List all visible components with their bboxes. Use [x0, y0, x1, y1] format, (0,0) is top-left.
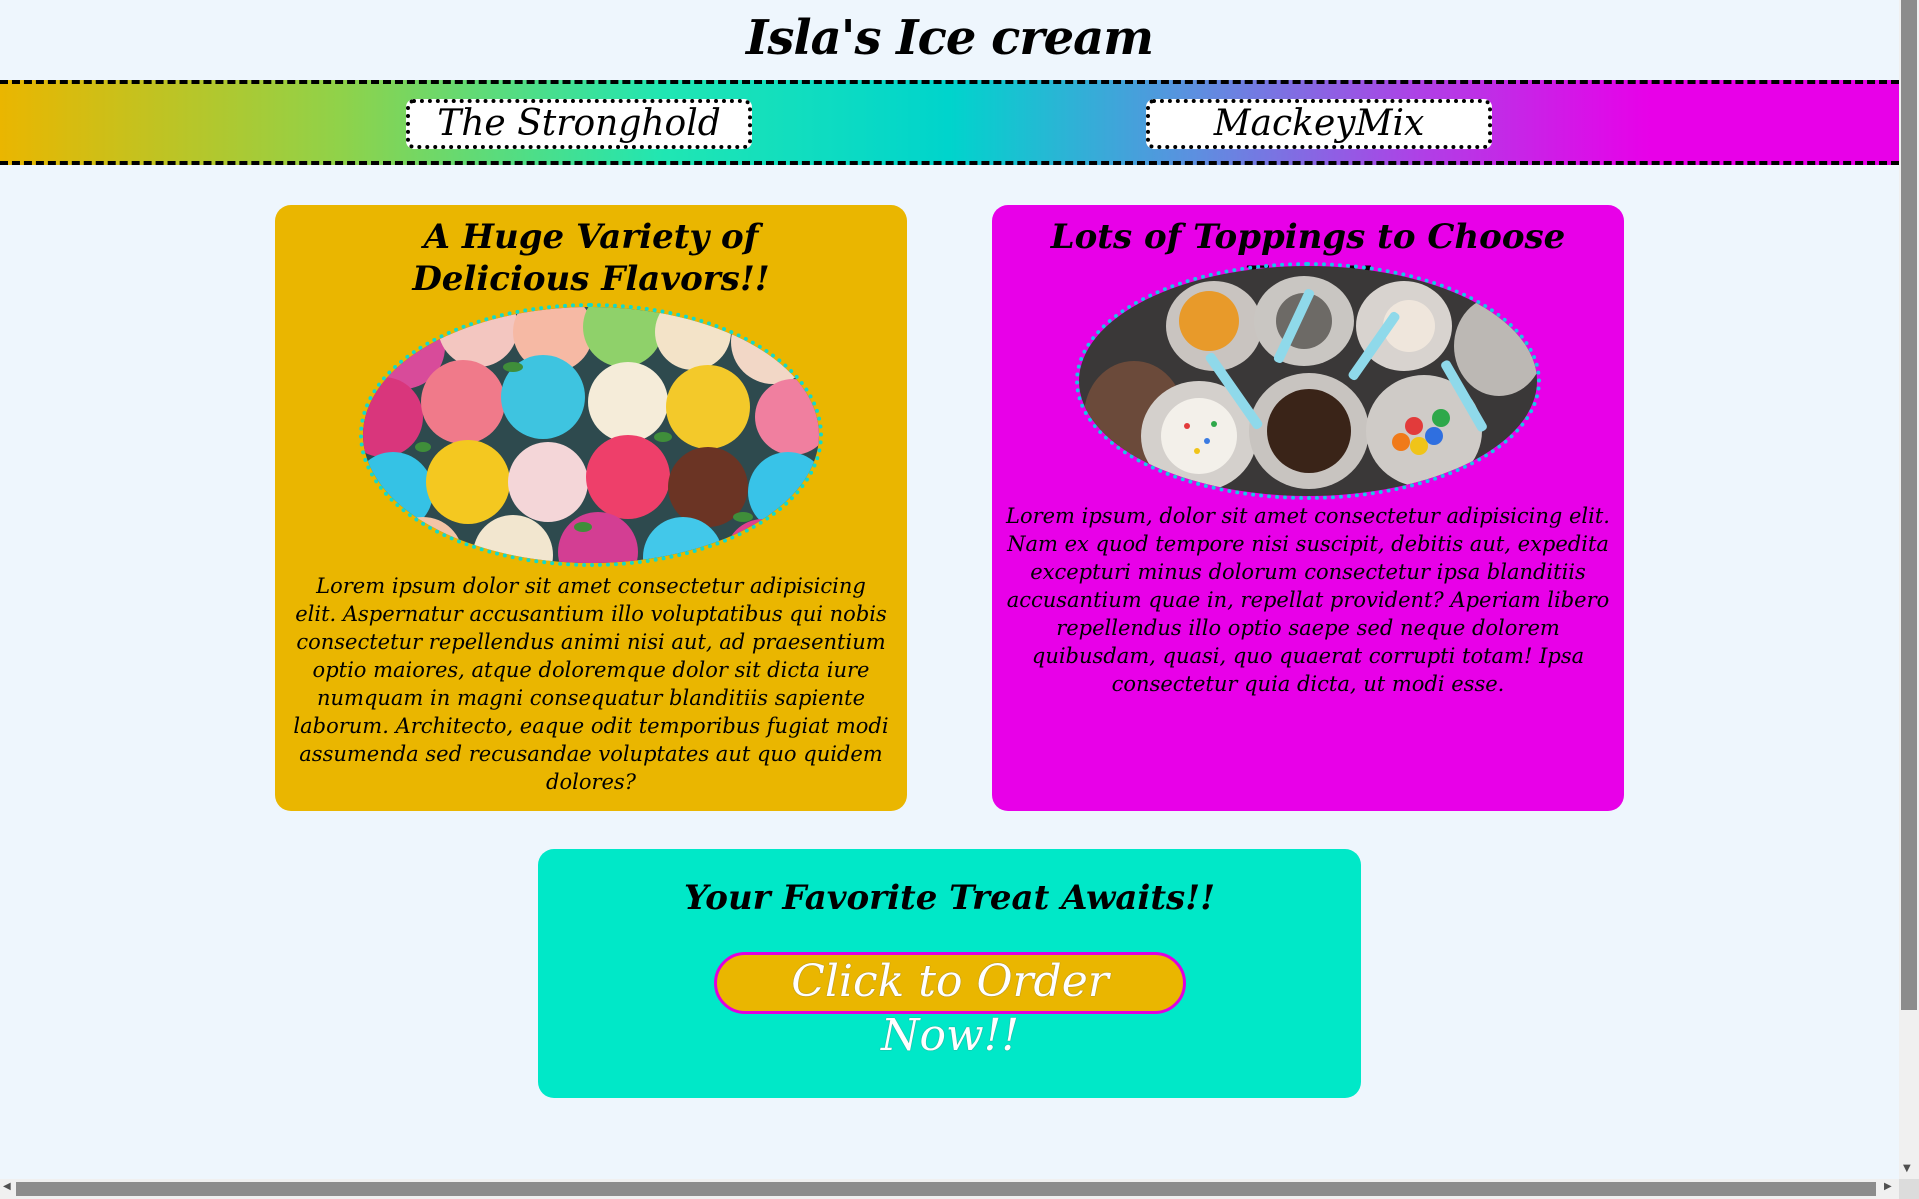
scroll-right-arrow-icon[interactable]: ▶	[1884, 1181, 1892, 1192]
order-heading: Your Favorite Treat Awaits!!	[683, 878, 1216, 918]
nav-link-the-stronghold[interactable]: The Stronghold	[406, 99, 752, 149]
horizontal-scrollbar[interactable]: ◀ ▶	[0, 1179, 1899, 1199]
scrollbar-corner	[1899, 1179, 1919, 1199]
scroll-down-arrow-icon[interactable]: ▼	[1903, 1163, 1911, 1174]
scroll-left-arrow-icon[interactable]: ◀	[3, 1181, 11, 1192]
flavors-description: Lorem ipsum dolor sit amet consectetur a…	[293, 574, 889, 794]
site-title: Isla's Ice cream	[745, 10, 1154, 66]
navbar: The Stronghold MackeyMix	[0, 80, 1899, 165]
order-callout: Your Favorite Treat Awaits!! Click to Or…	[538, 849, 1361, 1098]
page: Isla's Ice cream The Stronghold MackeyMi…	[0, 0, 1899, 1179]
toppings-jars-image	[1075, 262, 1541, 500]
nav-link-mackeymix[interactable]: MackeyMix	[1146, 99, 1492, 149]
order-now-button[interactable]: Click to Order Now!!	[714, 952, 1186, 1061]
toppings-card: Lots of Toppings to Choose From!!	[992, 205, 1624, 811]
vertical-scrollbar-thumb[interactable]	[1901, 0, 1917, 1010]
vertical-scrollbar[interactable]: ▼	[1899, 0, 1919, 1179]
horizontal-scrollbar-thumb[interactable]	[16, 1182, 1876, 1196]
toppings-description: Lorem ipsum, dolor sit amet consectetur …	[1006, 504, 1610, 696]
flavors-heading: A Huge Variety of Delicious Flavors!!	[412, 217, 770, 299]
ice-cream-scoops-image	[359, 303, 823, 567]
flavors-card: A Huge Variety of Delicious Flavors!! Lo…	[275, 205, 907, 811]
